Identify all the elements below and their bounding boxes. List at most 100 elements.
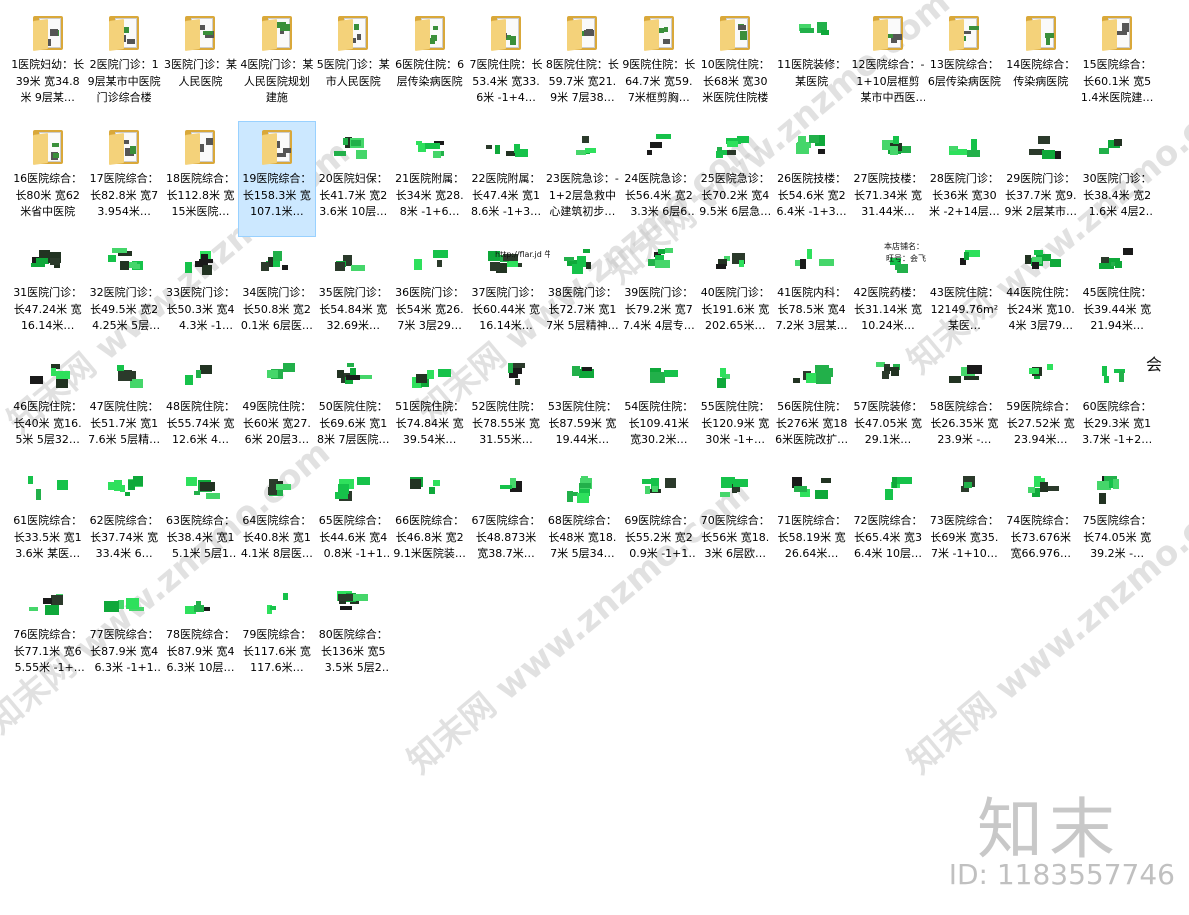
file-item[interactable]: 70医院综合：长56米 宽18.3米 6层欧…: [698, 464, 773, 578]
drawing-preview: [486, 476, 526, 502]
file-item[interactable]: 69医院综合：长55.2米 宽20.9米 -1+11…: [621, 464, 696, 578]
file-item[interactable]: 8医院住院：长59.7米 宽21.9米 7层38…: [545, 8, 620, 122]
file-item-label: 34医院门诊：长50.8米 宽20.1米 6层医…: [240, 286, 313, 332]
file-item[interactable]: 32医院门诊：长49.5米 宽24.25米 5层47…: [86, 236, 161, 350]
file-item[interactable]: 18医院综合：长112.8米 宽15米医院…: [163, 122, 238, 236]
file-item[interactable]: 72医院综合：长65.4米 宽36.4米 10层…: [850, 464, 925, 578]
file-item[interactable]: 58医院综合：长26.35米 宽23.9米 -…: [927, 350, 1002, 464]
dwg-thumbnail-icon: [25, 353, 71, 397]
file-item-label: 22医院附属：长47.4米 宽18.6米 -1+3…: [470, 172, 542, 218]
drawing-preview: [715, 476, 755, 502]
file-item[interactable]: 6医院住院：6层传染病医院: [392, 8, 467, 122]
file-item[interactable]: 57医院装修：长47.05米 宽29.1米…: [850, 350, 925, 464]
file-item-label: 68医院综合：长48米 宽18.7米 5层34…: [547, 514, 617, 560]
file-item[interactable]: 30医院门诊：长38.4米 宽21.6米 4层26…: [1079, 122, 1154, 236]
file-item[interactable]: 51医院住院：长74.84米 宽39.54米…: [392, 350, 467, 464]
file-item[interactable]: 29医院门诊：长37.7米 宽9.9米 2层某市…: [1003, 122, 1078, 236]
file-item[interactable]: 1医院妇幼：长39米 宽34.8米 9层某…: [10, 8, 85, 122]
file-item[interactable]: 20医院妇保：长41.7米 宽23.6米 10层…: [316, 122, 391, 236]
file-item[interactable]: 33医院门诊：长50.3米 宽44.3米 -1+局…: [163, 236, 238, 350]
file-item[interactable]: 52医院住院：长78.55米 宽31.55米…: [468, 350, 543, 464]
file-item[interactable]: 43医院住院：12149.76m² 某医…: [927, 236, 1002, 350]
file-item[interactable]: 11医院装修：某医院: [774, 8, 849, 122]
file-item[interactable]: 46医院住院：长40米 宽16.5米 5层32…: [10, 350, 85, 464]
file-item[interactable]: 74医院综合：长73.676米 宽66.976…: [1003, 464, 1078, 578]
file-item[interactable]: 71医院综合：长58.19米 宽26.64米…: [774, 464, 849, 578]
file-item[interactable]: 56医院住院：长276米 宽186米医院改扩…: [774, 350, 849, 464]
file-item[interactable]: 39医院门诊：长79.2米 宽77.4米 4层专…: [621, 236, 696, 350]
file-item[interactable]: 67医院综合：长48.873米 宽38.7米…: [468, 464, 543, 578]
file-item[interactable]: 13医院综合：6层传染病医院: [927, 8, 1002, 122]
file-item[interactable]: 4医院门诊：某人民医院规划建施: [239, 8, 314, 122]
file-item[interactable]: 40医院门诊：长191.6米 宽202.65米…: [698, 236, 773, 350]
file-item[interactable]: 73医院综合：长69米 宽35.7米 -1+10…: [927, 464, 1002, 578]
file-item[interactable]: 79医院综合：长117.6米 宽117.6米…: [239, 578, 314, 692]
drawing-preview: [333, 248, 373, 274]
file-item-label: 9医院住院：长64.7米 宽59.7米框剪胸…: [622, 58, 696, 104]
file-item[interactable]: 78医院综合：长87.9米 宽46.3米 10层…: [163, 578, 238, 692]
dwg-thumbnail-icon: [25, 467, 71, 511]
drawing-preview: [562, 362, 602, 388]
file-item[interactable]: 77医院综合：长87.9米 宽46.3米 -1+17…: [86, 578, 161, 692]
file-item[interactable]: 38医院门诊：长72.7米 宽17米 5层精神…: [545, 236, 620, 350]
file-item-label: 64医院综合：长40.8米 宽14.1米 8层医…: [240, 514, 313, 560]
file-item[interactable]: 53医院住院：长87.59米 宽19.44米…: [545, 350, 620, 464]
file-item[interactable]: 64医院综合：长40.8米 宽14.1米 8层医…: [239, 464, 314, 578]
file-item[interactable]: 25医院急诊：长70.2米 宽49.5米 6层急…: [698, 122, 773, 236]
file-item[interactable]: 50医院住院：长69.6米 宽18米 7层医院…: [316, 350, 391, 464]
file-item[interactable]: 75医院综合：长74.05米 宽39.2米 -…: [1079, 464, 1154, 578]
file-item[interactable]: 65医院综合：长44.6米 宽40.8米 -1+16…: [316, 464, 391, 578]
file-item[interactable]: 49医院住院：长60米 宽27.6米 20层3…: [239, 350, 314, 464]
file-item[interactable]: 26医院技楼：长54.6米 宽26.4米 -1+3…: [774, 122, 849, 236]
drawing-preview: [104, 590, 145, 616]
file-item-label: 30医院门诊：长38.4米 宽21.6米 4层26…: [1082, 172, 1152, 218]
file-item-label: 13医院综合：6层传染病医院: [927, 58, 1001, 88]
dwg-thumbnail-icon: [559, 467, 605, 511]
file-item[interactable]: 10医院住院：长68米 宽30米医院住院楼: [698, 8, 773, 122]
file-item[interactable]: 44医院住院：长24米 宽10.4米 3层79…: [1003, 236, 1078, 350]
dwg-thumbnail-icon: [330, 353, 376, 397]
file-item[interactable]: 14医院综合：传染病医院: [1003, 8, 1078, 122]
file-item[interactable]: 28医院门诊：长36米 宽30米 -2+14层…: [927, 122, 1002, 236]
file-item[interactable]: 9医院住院：长64.7米 宽59.7米框剪胸…: [621, 8, 696, 122]
file-item[interactable]: 61医院综合：长33.5米 宽13.6米 某医…: [10, 464, 85, 578]
file-item[interactable]: 5医院门诊：某市人民医院: [316, 8, 391, 122]
file-item[interactable]: 45医院住院：长39.44米 宽21.94米…: [1079, 236, 1154, 350]
file-item[interactable]: 62医院综合：长37.74米 宽33.4米 6…: [86, 464, 161, 578]
file-item[interactable]: 16医院综合：长80米 宽62米省中医院: [10, 122, 85, 236]
file-item[interactable]: 80医院综合：长136米 宽53.5米 5层26…: [316, 578, 391, 692]
file-item[interactable]: 35医院门诊：长54.84米 宽32.69米…: [316, 236, 391, 350]
file-item[interactable]: 12医院综合：-1+10层框剪某市中西医结…: [850, 8, 925, 122]
drawing-preview: [944, 362, 984, 388]
file-item[interactable]: 19医院综合：长158.3米 宽107.1米…: [238, 121, 316, 237]
image-id-text: ID: 1183557746: [948, 858, 1175, 891]
file-item[interactable]: 31医院门诊：长47.24米 宽16.14米…: [10, 236, 85, 350]
drawing-preview: [333, 134, 373, 160]
file-item[interactable]: 3医院门诊：某人民医院: [163, 8, 238, 122]
file-item[interactable]: 68医院综合：长48米 宽18.7米 5层34…: [545, 464, 620, 578]
file-item[interactable]: 34医院门诊：长50.8米 宽20.1米 6层医…: [239, 236, 314, 350]
file-item[interactable]: 59医院综合：长27.52米 宽23.94米…: [1003, 350, 1078, 464]
file-item[interactable]: 15医院综合：长60.1米 宽51.4米医院建…: [1079, 8, 1154, 122]
file-item[interactable]: 66医院综合：长46.8米 宽29.1米医院装…: [392, 464, 467, 578]
file-item[interactable]: 54医院住院：长109.41米 宽30.2米…: [621, 350, 696, 464]
file-item[interactable]: 41医院内科：长78.5米 宽47.2米 3层某人民…: [774, 236, 849, 350]
file-item[interactable]: 63医院综合：长38.4米 宽15.1米 5层17…: [163, 464, 238, 578]
file-item[interactable]: 55医院住院：长120.9米 宽30米 -1+…: [698, 350, 773, 464]
file-item[interactable]: 47医院住院：长51.7米 宽17.6米 5层精…: [86, 350, 161, 464]
file-item[interactable]: 24医院急诊：长56.4米 宽23.3米 6层62…: [621, 122, 696, 236]
file-item[interactable]: 2医院门诊：19层某市中医院门诊综合楼: [86, 8, 161, 122]
dwg-thumbnail-icon: [177, 239, 223, 283]
file-item[interactable]: 23医院急诊：-1+2层急救中心建筑初步…: [545, 122, 620, 236]
file-item[interactable]: 22医院附属：长47.4米 宽18.6米 -1+3…: [468, 122, 543, 236]
file-item[interactable]: 21医院附属：长34米 宽28.8米 -1+6…: [392, 122, 467, 236]
file-item[interactable]: 7医院住院：长53.4米 宽33.6米 -1+4…: [468, 8, 543, 122]
file-item[interactable]: 27医院技楼：长71.34米 宽31.44米…: [850, 122, 925, 236]
file-item[interactable]: 76医院综合：长77.1米 宽65.55米 -1+18…: [10, 578, 85, 692]
file-item-label: 33医院门诊：长50.3米 宽44.3米 -1+局…: [165, 286, 235, 332]
file-item[interactable]: 48医院住院：长55.74米 宽12.6米 4…: [163, 350, 238, 464]
file-item-label: 76医院综合：长77.1米 宽65.55米 -1+18…: [13, 628, 83, 674]
file-item[interactable]: 60医院综合：长29.3米 宽13.7米 -1+2…: [1079, 350, 1154, 464]
file-item[interactable]: 36医院门诊：长54米 宽26.7米 3层29…: [392, 236, 467, 350]
file-item[interactable]: 17医院综合：长82.8米 宽73.954米…: [86, 122, 161, 236]
